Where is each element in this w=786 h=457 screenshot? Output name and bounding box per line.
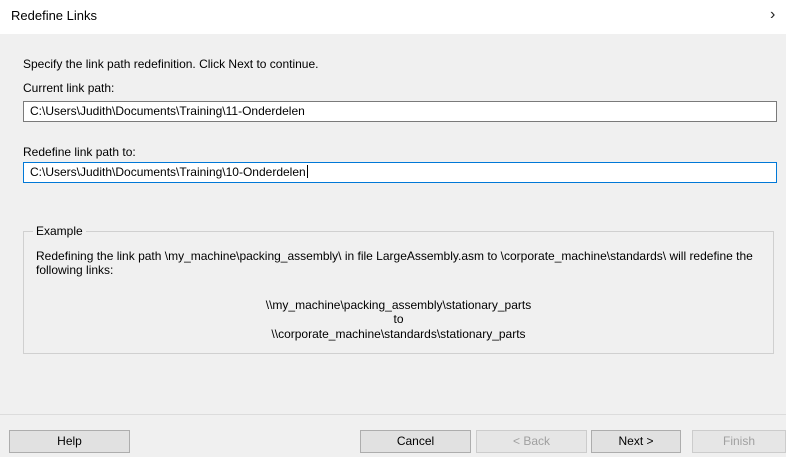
example-to-text: to — [393, 312, 404, 326]
dialog-content: Specify the link path redefinition. Clic… — [0, 34, 786, 457]
instruction-text: Specify the link path redefinition. Clic… — [23, 57, 319, 71]
next-button[interactable]: Next > — [591, 430, 681, 453]
text-caret — [306, 165, 308, 178]
redefine-link-path-label: Redefine link path to: — [23, 145, 136, 159]
current-link-path-value: C:\Users\Judith\Documents\Training\11-On… — [30, 104, 305, 118]
chevron-right-icon[interactable]: › — [770, 6, 775, 24]
back-button[interactable]: < Back — [476, 430, 587, 453]
redefine-link-path-field[interactable]: C:\Users\Judith\Documents\Training\10-On… — [23, 162, 777, 183]
example-destination-path: \\corporate_machine\standards\stationary… — [271, 327, 526, 341]
example-group: Example Redefining the link path \my_mac… — [23, 224, 774, 354]
footer-separator — [0, 414, 786, 415]
example-description: Redefining the link path \my_machine\pac… — [36, 249, 753, 277]
example-source-path: \\my_machine\packing_assembly\stationary… — [265, 298, 532, 312]
current-link-path-field[interactable]: C:\Users\Judith\Documents\Training\11-On… — [23, 101, 777, 122]
cancel-button[interactable]: Cancel — [360, 430, 471, 453]
title-bar: Redefine Links › — [0, 0, 786, 34]
current-link-path-label: Current link path: — [23, 81, 115, 95]
finish-button[interactable]: Finish — [692, 430, 786, 453]
window-title: Redefine Links — [11, 8, 97, 23]
redefine-link-path-value: C:\Users\Judith\Documents\Training\10-On… — [30, 165, 306, 179]
help-button[interactable]: Help — [9, 430, 130, 453]
example-group-title: Example — [33, 224, 86, 238]
